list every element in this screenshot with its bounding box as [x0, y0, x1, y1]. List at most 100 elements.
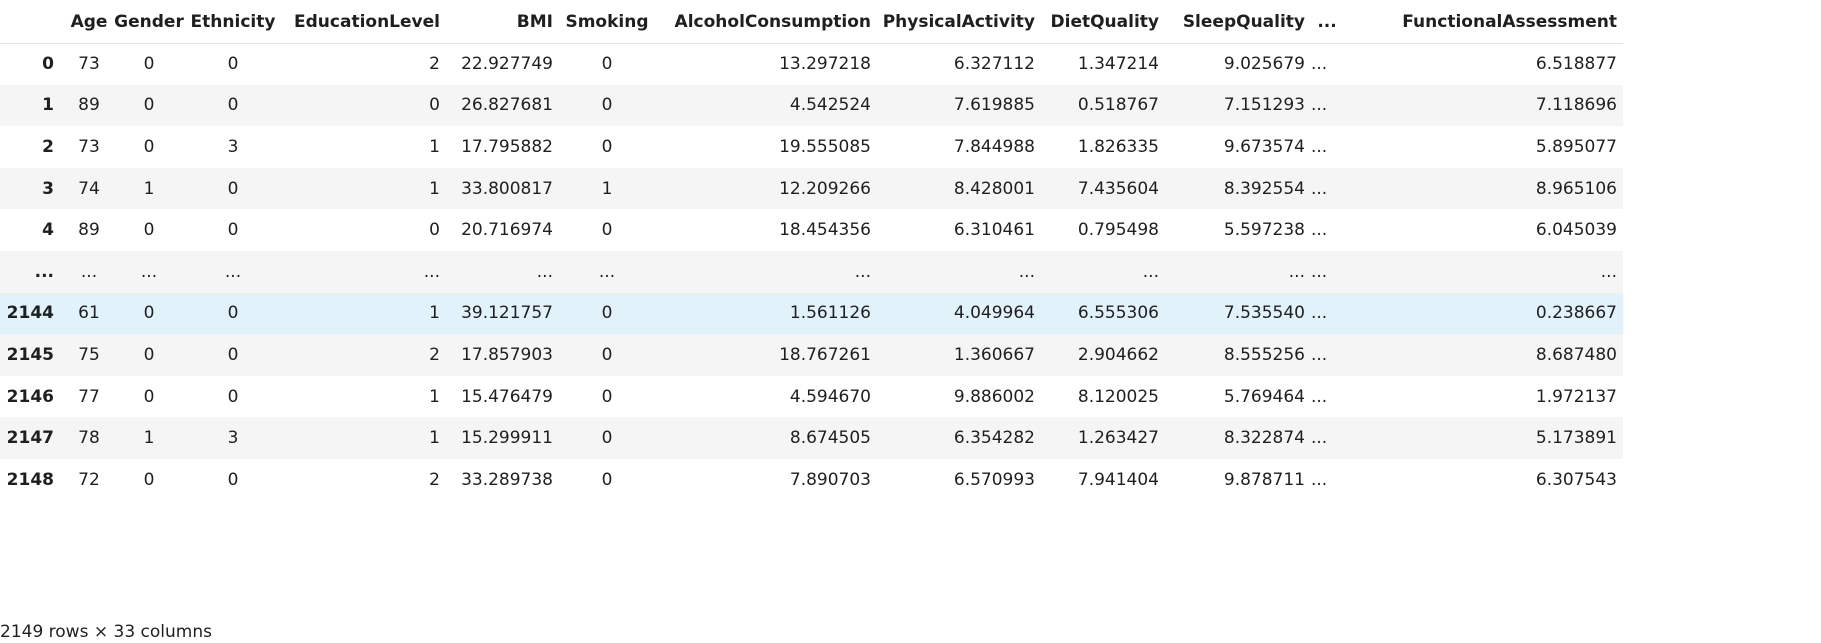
- table-cell: 7.118696: [1535, 95, 1617, 116]
- column-header-physicalactivity: PhysicalActivity: [877, 1, 1041, 44]
- table-cell: 0: [227, 344, 239, 365]
- table-cell: 7.151293: [1223, 95, 1305, 116]
- row-index: 2148: [6, 469, 54, 490]
- table-cell: 9.878711: [1223, 469, 1305, 490]
- table-cell: 8.965106: [1535, 178, 1617, 199]
- table-cell: 73: [78, 54, 100, 75]
- column-header-age: Age: [64, 1, 114, 44]
- table-cell: 2: [429, 54, 440, 75]
- table-cell: ...: [1600, 261, 1617, 282]
- table-cell: 0: [227, 386, 239, 407]
- table-cell: 26.827681: [461, 95, 553, 116]
- table-cell: 4.542524: [789, 95, 871, 116]
- table-cell: 33.289738: [461, 469, 553, 490]
- table-cell: 22.927749: [461, 54, 553, 75]
- index-header: [0, 1, 64, 44]
- table-cell: ...: [536, 261, 553, 282]
- row-index: 4: [42, 220, 54, 241]
- table-cell: ...: [1311, 95, 1328, 116]
- column-header-gender: Gender: [114, 1, 184, 44]
- table-cell: ...: [1311, 303, 1328, 324]
- dataframe-table: Age Gender Ethnicity EducationLevel BMI …: [0, 1, 1623, 501]
- table-row: 2147 78 1 3 1 15.299911 0 8.674505 6.354282 1.263…: [0, 417, 1623, 459]
- table-cell: 6.518877: [1535, 54, 1617, 75]
- column-header-dietquality: DietQuality: [1041, 1, 1165, 44]
- table-cell: 0: [429, 220, 440, 241]
- header-row: Age Gender Ethnicity EducationLevel BMI …: [0, 1, 1623, 44]
- table-cell: 6.307543: [1535, 469, 1617, 490]
- table-row: 3 74 1 0 1 33.800817 1 12.209266 8.428001 7.43560…: [0, 167, 1623, 210]
- table-cell: 0: [143, 95, 155, 116]
- table-cell: 8.428001: [953, 178, 1035, 199]
- table-cell: 2.904662: [1077, 344, 1159, 365]
- table-cell: 7.941404: [1077, 469, 1159, 490]
- table-cell: 19.555085: [779, 136, 871, 157]
- table-cell: ...: [1142, 261, 1159, 282]
- table-cell: 0.238667: [1535, 303, 1617, 324]
- column-header-sleepquality: SleepQuality: [1165, 1, 1311, 44]
- column-header-ethnicity: Ethnicity: [184, 1, 282, 44]
- table-cell: 7.619885: [953, 95, 1035, 116]
- table-cell: 7.844988: [953, 136, 1035, 157]
- row-index: 2146: [6, 386, 54, 407]
- table-cell: 5.597238: [1223, 220, 1305, 241]
- table-cell: 0: [227, 220, 239, 241]
- table-cell: 1: [429, 136, 440, 157]
- table-row: 2145 75 0 0 2 17.857903 0 18.767261 1.360667 2.90…: [0, 334, 1623, 376]
- table-cell: 74: [78, 178, 100, 199]
- table-row: 4 89 0 0 0 20.716974 0 18.454356 6.310461 0.79549…: [0, 209, 1623, 251]
- table-cell: 3: [227, 428, 239, 449]
- table-body: 0 73 0 0 2 22.927749 0 13.297218 6.327112 1.34721…: [0, 43, 1623, 501]
- table-cell: 1.360667: [953, 344, 1035, 365]
- table-cell: 6.327112: [953, 54, 1035, 75]
- table-cell: ...: [224, 261, 242, 282]
- table-cell: ...: [1311, 220, 1328, 241]
- table-cell: 0: [601, 469, 613, 490]
- table-cell: 9.886002: [953, 386, 1035, 407]
- table-cell: ...: [1311, 344, 1328, 365]
- table-cell: 5.769464: [1223, 386, 1305, 407]
- table-cell: 0: [143, 469, 155, 490]
- table-cell: 5.895077: [1535, 136, 1617, 157]
- row-index: 0: [42, 54, 54, 75]
- table-cell: 1.972137: [1535, 386, 1617, 407]
- table-row: 2 73 0 3 1 17.795882 0 19.555085 7.844988 1.82633…: [0, 126, 1623, 168]
- table-cell: 0: [143, 220, 155, 241]
- table-cell: 6.555306: [1077, 303, 1159, 324]
- table-cell: 4.594670: [789, 386, 871, 407]
- table-cell: 78: [78, 428, 100, 449]
- table-row: 2144 61 0 0 1 39.121757 0 1.561126 4.049964 6.555…: [0, 292, 1623, 335]
- row-index: 2147: [6, 428, 54, 449]
- table-cell: 0: [143, 303, 155, 324]
- table-cell: 0: [601, 386, 613, 407]
- table-cell: 73: [78, 136, 100, 157]
- table-cell: 0: [601, 54, 613, 75]
- table-cell: 8.120025: [1077, 386, 1159, 407]
- column-header-functionalassessment: FunctionalAssessment: [1343, 1, 1623, 44]
- table-cell: 17.857903: [461, 344, 553, 365]
- table-cell: 0: [601, 95, 613, 116]
- table-cell: 1: [429, 178, 440, 199]
- table-cell: 18.767261: [779, 344, 871, 365]
- table-cell: ...: [854, 261, 871, 282]
- table-cell: 0: [227, 303, 239, 324]
- table-cell: 8.687480: [1535, 344, 1617, 365]
- row-index: 2145: [6, 344, 54, 365]
- table-cell: 0: [143, 54, 155, 75]
- table-cell: 39.121757: [461, 303, 553, 324]
- table-cell: 61: [78, 303, 100, 324]
- column-header-alcoholconsumption: AlcoholConsumption: [655, 1, 877, 44]
- table-cell: 15.299911: [461, 428, 553, 449]
- table-cell: 1: [429, 303, 440, 324]
- table-cell: 1: [601, 178, 613, 199]
- table-cell: 0: [601, 303, 613, 324]
- table-cell: ...: [598, 261, 616, 282]
- table-cell: 0: [227, 54, 239, 75]
- table-cell: 1: [143, 178, 155, 199]
- table-cell: 0: [601, 344, 613, 365]
- table-cell: 0: [601, 220, 613, 241]
- dataframe-shape: 2149 rows × 33 columns: [0, 622, 212, 642]
- row-index: ...: [34, 261, 54, 282]
- table-cell: 8.392554: [1223, 178, 1305, 199]
- table-cell: ...: [140, 261, 158, 282]
